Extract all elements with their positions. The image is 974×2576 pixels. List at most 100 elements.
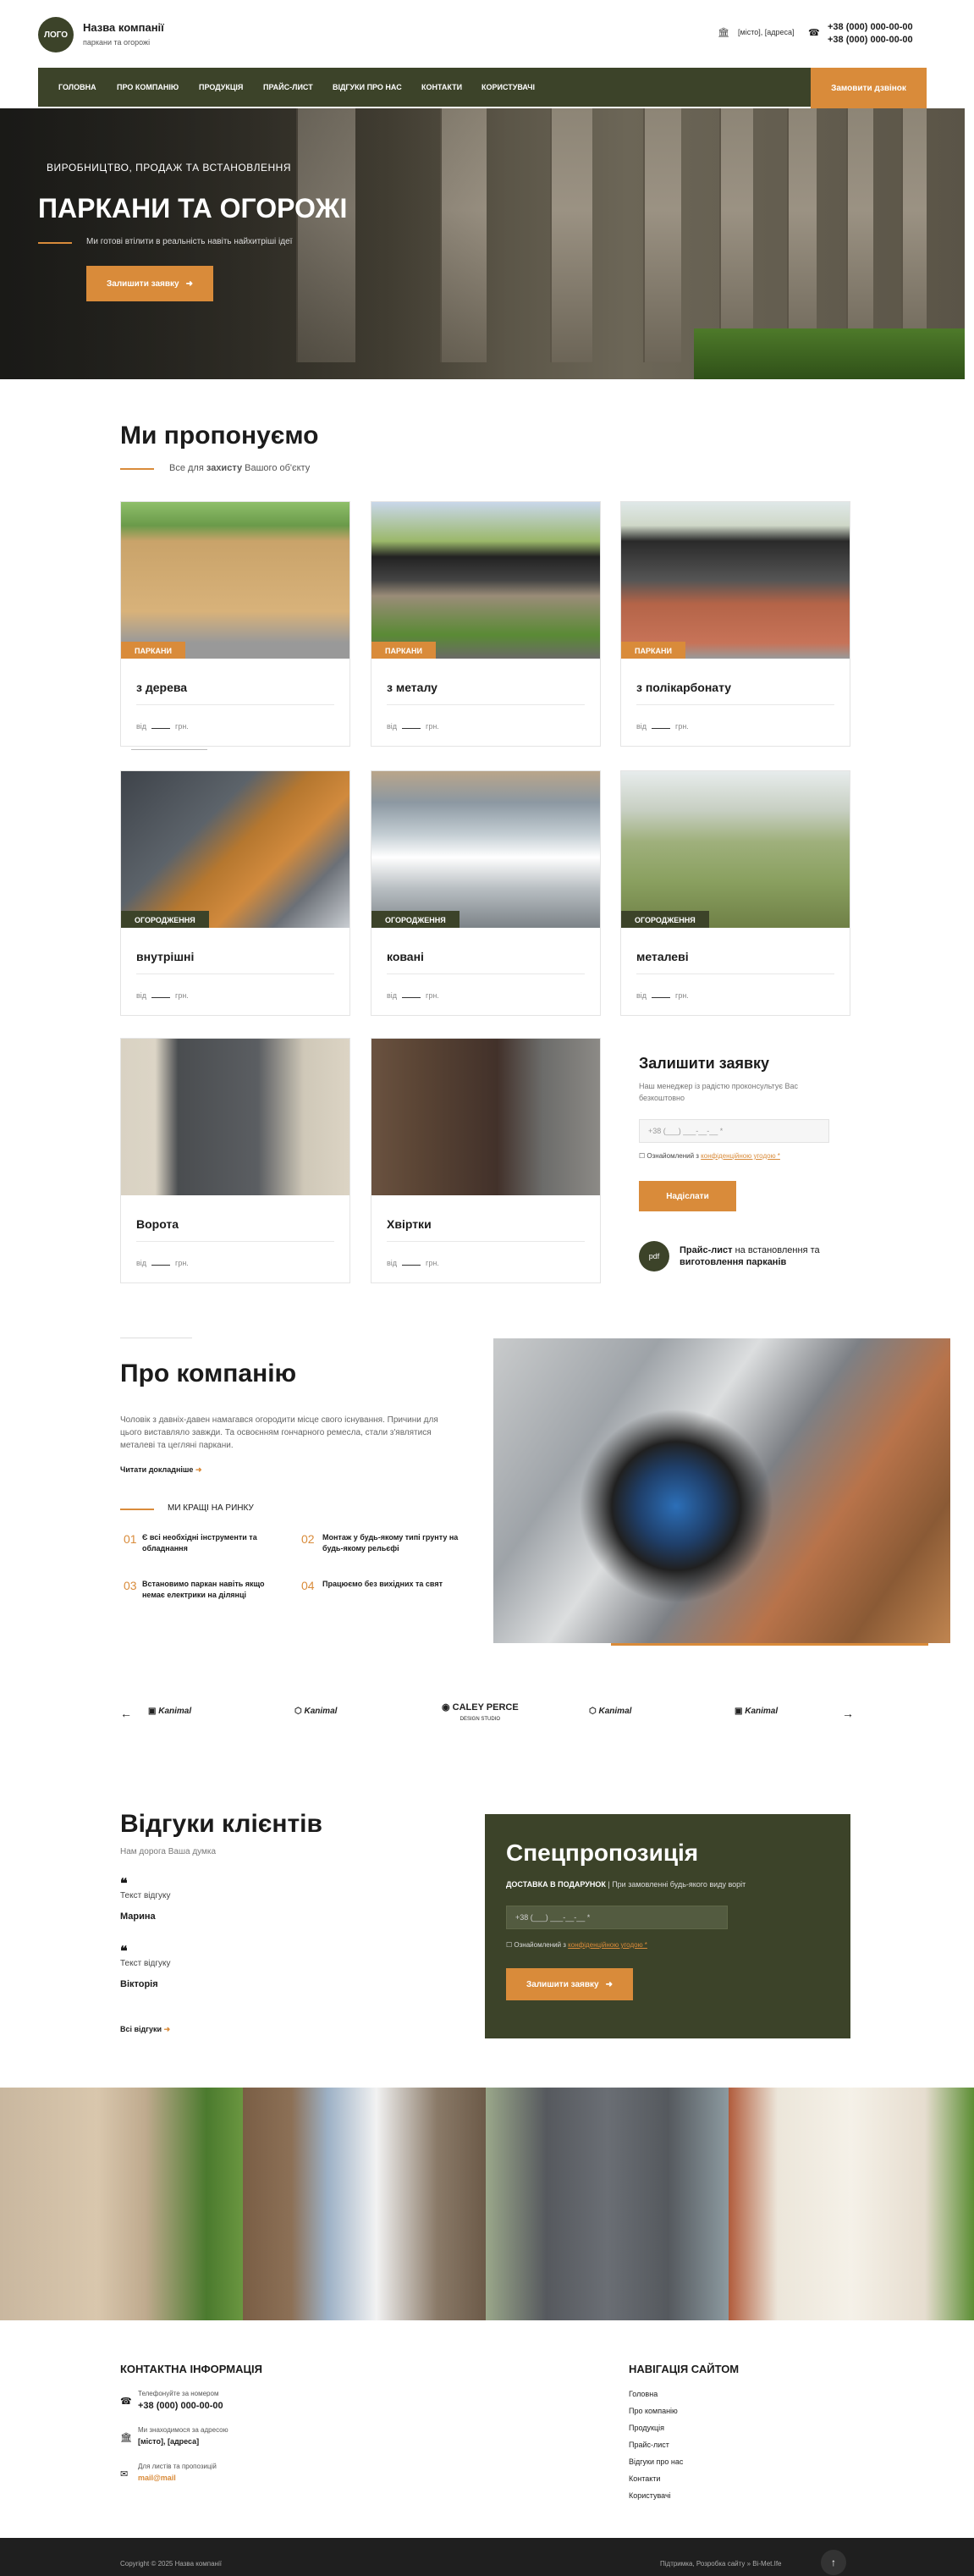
special-consent-checkbox[interactable]: ☐ Ознайомлений з конфіденційною угодою * bbox=[506, 1941, 647, 1949]
nav-contacts[interactable]: Контакти bbox=[421, 68, 462, 107]
phone-icon: ☎ bbox=[808, 28, 820, 38]
header-phone-2[interactable]: +38 (000) 000-00-00 bbox=[828, 35, 913, 45]
company-tagline: паркани та огорожі bbox=[83, 38, 151, 47]
product-card-forged[interactable]: ОГОРОДЖЕННЯ ковані від грн. bbox=[371, 770, 601, 1016]
product-price: від грн. bbox=[636, 991, 689, 1000]
product-price: від грн. bbox=[387, 991, 439, 1000]
request-submit-button[interactable]: Надіслати bbox=[639, 1181, 736, 1211]
product-image: ОГОРОДЖЕННЯ bbox=[621, 771, 850, 928]
product-tag: ОГОРОДЖЕННЯ bbox=[121, 911, 209, 928]
partners-prev-arrow[interactable]: ← bbox=[120, 1707, 132, 1720]
feature-text: Монтаж у будь-якому типі грунту на будь-… bbox=[322, 1533, 459, 1553]
nav-about[interactable]: Про компанію bbox=[117, 68, 179, 107]
gallery-image[interactable] bbox=[0, 2088, 243, 2320]
footer-contacts-title: КОНТАКТНА ІНФОРМАЦІЯ bbox=[120, 2363, 262, 2375]
read-more-link[interactable]: Читати докладніше ➜ bbox=[120, 1465, 201, 1475]
gallery-image[interactable] bbox=[486, 2088, 729, 2320]
product-tag: ОГОРОДЖЕННЯ bbox=[371, 911, 459, 928]
nav-reviews[interactable]: Відгуки про нас bbox=[333, 68, 402, 107]
product-tag: ОГОРОДЖЕННЯ bbox=[621, 911, 709, 928]
nav-products[interactable]: Продукція bbox=[199, 68, 243, 107]
feature-number: 01 bbox=[124, 1532, 137, 1546]
partners-next-arrow[interactable]: → bbox=[842, 1707, 854, 1720]
main-nav: Головна Про компанію Продукція Прайс-лис… bbox=[38, 68, 927, 108]
special-phone-input[interactable]: +38 (___) ___-__-__ * bbox=[506, 1906, 728, 1929]
product-image: ПАРКАНИ bbox=[371, 502, 600, 659]
feature-number: 02 bbox=[301, 1532, 315, 1546]
footer-nav-reviews[interactable]: Відгуки про нас bbox=[629, 2457, 683, 2466]
footer-address: [місто], [адреса] bbox=[138, 2437, 200, 2446]
building-icon: 🏛 bbox=[718, 28, 729, 38]
gallery-image[interactable] bbox=[243, 2088, 486, 2320]
header-phone-1[interactable]: +38 (000) 000-00-00 bbox=[828, 22, 913, 32]
hero-banner: ВИРОБНИЦТВО, ПРОДАЖ ТА ВСТАНОВЛЕННЯ ПАРК… bbox=[0, 108, 965, 379]
footer-mail[interactable]: mail@mail bbox=[138, 2474, 176, 2482]
footer-nav-users[interactable]: Користувачі bbox=[629, 2491, 671, 2500]
offers-title: Ми пропонуємо bbox=[120, 422, 319, 450]
nav-home[interactable]: Головна bbox=[58, 68, 96, 107]
arrow-icon: ➜ bbox=[605, 1979, 613, 1989]
quote-icon: ❝ bbox=[120, 1877, 128, 1891]
mail-icon: ✉ bbox=[120, 2469, 129, 2479]
product-card-gates[interactable]: Ворота від грн. bbox=[120, 1038, 350, 1283]
reviews-title: Відгуки клієнтів bbox=[120, 1810, 322, 1838]
footer-nav-products[interactable]: Продукція bbox=[629, 2424, 664, 2432]
footer-nav-about[interactable]: Про компанію bbox=[629, 2407, 678, 2415]
review-text: Текст відгуку bbox=[120, 1959, 171, 1968]
feature-text: Працюємо без вихідних та свят bbox=[322, 1580, 443, 1588]
product-tag: ПАРКАНИ bbox=[621, 642, 685, 659]
product-card-wickets[interactable]: Хвіртки від грн. bbox=[371, 1038, 601, 1283]
partner-logo: ▣ Kanimal bbox=[735, 1707, 779, 1716]
product-image: ОГОРОДЖЕННЯ bbox=[371, 771, 600, 928]
scroll-top-button[interactable]: ↑ bbox=[821, 2550, 846, 2575]
all-reviews-link[interactable]: Всі відгуки ➜ bbox=[120, 2025, 170, 2034]
order-call-button[interactable]: Замовити дзвінок bbox=[811, 68, 927, 108]
developer-credit[interactable]: Підтримка, Розробка сайту » Bi-Met.Ife bbox=[660, 2560, 781, 2568]
hero-title: ПАРКАНИ ТА ОГОРОЖІ bbox=[38, 193, 348, 223]
review-author: Вікторія bbox=[120, 1979, 158, 1989]
nav-users[interactable]: Користувачі bbox=[481, 68, 535, 107]
hero-request-button[interactable]: Залишити заявку ➜ bbox=[86, 266, 213, 301]
product-card-polycarbonate[interactable]: ПАРКАНИ з полікарбонату від грн. bbox=[620, 501, 850, 747]
arrow-icon: ➜ bbox=[185, 279, 193, 289]
product-name: з металу bbox=[387, 681, 437, 694]
request-consent-checkbox[interactable]: ☐ Ознайомлений з конфіденційною угодою * bbox=[639, 1152, 780, 1160]
product-name: з дерева bbox=[136, 681, 188, 694]
product-card-wood[interactable]: ПАРКАНИ з дерева від грн. bbox=[120, 501, 350, 747]
footer-phone[interactable]: +38 (000) 000-00-00 bbox=[138, 2401, 223, 2411]
slider-arrows[interactable] bbox=[131, 749, 207, 750]
special-offer-title: Спецпропозиція bbox=[506, 1840, 699, 1866]
pdf-icon[interactable]: pdf bbox=[639, 1241, 669, 1271]
footer-nav-title: НАВІГАЦІЯ САЙТОМ bbox=[629, 2363, 740, 2375]
review-text: Текст відгуку bbox=[120, 1891, 171, 1900]
product-image bbox=[121, 1039, 349, 1195]
hero-request-label: Залишити заявку bbox=[107, 279, 179, 289]
special-request-button[interactable]: Залишити заявку ➜ bbox=[506, 1968, 633, 2000]
building-icon: 🏛 bbox=[120, 2433, 132, 2443]
nav-price-list[interactable]: Прайс-лист bbox=[263, 68, 313, 107]
product-card-interior[interactable]: ОГОРОДЖЕННЯ внутрішні від грн. bbox=[120, 770, 350, 1016]
product-price: від грн. bbox=[136, 1259, 189, 1267]
footer-mail-label: Для листів та пропозицій bbox=[138, 2463, 217, 2470]
partner-logo: ◉ CALEY PERCE DESIGN STUDIO bbox=[442, 1702, 519, 1722]
product-price: від грн. bbox=[136, 722, 189, 731]
footer-address-label: Ми знаходимося за адресою bbox=[138, 2426, 228, 2434]
product-card-metal[interactable]: ПАРКАНИ з металу від грн. bbox=[371, 501, 601, 747]
product-price: від грн. bbox=[387, 722, 439, 731]
product-name: Ворота bbox=[136, 1217, 179, 1231]
partner-logo: ⬡ Kanimal bbox=[589, 1707, 632, 1716]
footer-nav-contacts[interactable]: Контакти bbox=[629, 2474, 660, 2483]
gallery-image[interactable] bbox=[729, 2088, 974, 2320]
footer-bottom-bar: Copyright © 2025 Назва компанії Підтримк… bbox=[0, 2538, 974, 2576]
product-image: ПАРКАНИ bbox=[621, 502, 850, 659]
footer-nav-home[interactable]: Головна bbox=[629, 2390, 658, 2398]
review-author: Марина bbox=[120, 1911, 156, 1922]
product-name: Хвіртки bbox=[387, 1217, 432, 1231]
price-list-link[interactable]: Прайс-лист на встановлення та виготовленн… bbox=[680, 1244, 820, 1268]
footer-nav-price-list[interactable]: Прайс-лист bbox=[629, 2441, 669, 2449]
product-card-steel[interactable]: ОГОРОДЖЕННЯ металеві від грн. bbox=[620, 770, 850, 1016]
hero-description: Ми готові втілити в реальність навіть на… bbox=[86, 237, 293, 246]
request-phone-input[interactable]: +38 (___) ___-__-__ * bbox=[639, 1119, 829, 1143]
product-image: ОГОРОДЖЕННЯ bbox=[121, 771, 349, 928]
logo[interactable]: ЛОГО bbox=[38, 17, 74, 52]
